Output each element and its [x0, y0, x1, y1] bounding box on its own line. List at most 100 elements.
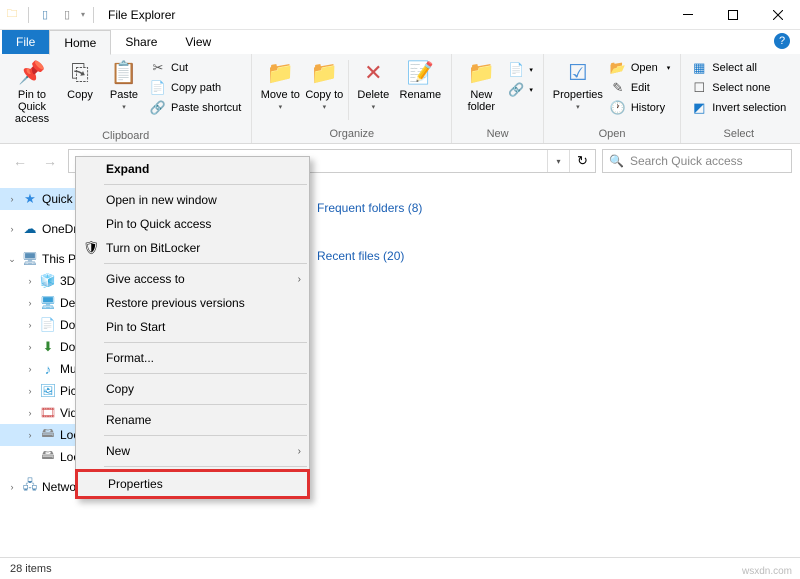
paste-icon: 📋	[109, 59, 139, 87]
separator	[104, 373, 307, 374]
app-folder-icon: 🗀	[4, 7, 20, 23]
rename-icon: 📝	[405, 59, 435, 87]
watermark: wsxdn.com	[742, 566, 792, 577]
qat-dropdown-icon[interactable]: ▾	[81, 10, 85, 19]
new-item-icon: 📄	[508, 62, 524, 78]
cm-bitlocker[interactable]: 🛡Turn on BitLocker	[76, 236, 309, 260]
move-to-button[interactable]: 📁 Move to ▾	[258, 57, 302, 112]
title-bar: 🗀 ▯ ▯ ▾ File Explorer	[0, 0, 800, 30]
cm-open-new-window[interactable]: Open in new window	[76, 188, 309, 212]
cm-copy[interactable]: Copy	[76, 377, 309, 401]
status-bar: 28 items	[0, 557, 800, 579]
ribbon-tabs: File Home Share View ?	[0, 30, 800, 54]
cm-properties[interactable]: Properties	[78, 472, 307, 496]
ribbon-group-organize: 📁 Move to ▾ 📁 Copy to ▾ ✕ Delete ▾ 📝 Ren…	[252, 54, 452, 143]
delete-button[interactable]: ✕ Delete ▾	[351, 57, 395, 112]
tab-share[interactable]: Share	[111, 30, 171, 54]
qat-undo-icon[interactable]: ▯	[59, 7, 75, 23]
pin-quick-access-button[interactable]: 📌 Pin to Quick access	[6, 57, 58, 125]
search-placeholder: Search Quick access	[630, 154, 743, 168]
chevron-down-icon: ▾	[372, 104, 376, 112]
documents-icon: 📄	[40, 317, 56, 333]
desktop-icon: 🖥	[40, 295, 56, 311]
select-all-icon: ▦	[691, 60, 707, 76]
cut-button[interactable]: ✂Cut	[146, 59, 245, 77]
tab-view[interactable]: View	[171, 30, 225, 54]
separator	[104, 435, 307, 436]
shield-icon: 🛡	[82, 239, 100, 257]
separator	[104, 342, 307, 343]
history-button[interactable]: 🕐History	[606, 99, 674, 117]
cm-expand[interactable]: Expand	[76, 157, 309, 181]
highlight-box: Properties	[75, 469, 310, 499]
rename-button[interactable]: 📝 Rename	[395, 57, 445, 101]
open-button[interactable]: 📂Open▾	[606, 59, 674, 77]
copy-button[interactable]: ⎘ Copy	[58, 57, 102, 101]
chevron-down-icon: ▾	[576, 104, 580, 112]
cut-icon: ✂	[150, 60, 166, 76]
cm-restore-previous[interactable]: Restore previous versions	[76, 291, 309, 315]
open-icon: 📂	[610, 60, 626, 76]
cloud-icon: ☁	[22, 221, 38, 237]
context-menu: Expand Open in new window Pin to Quick a…	[75, 156, 310, 499]
separator	[104, 184, 307, 185]
delete-icon: ✕	[358, 59, 388, 87]
copy-to-button[interactable]: 📁 Copy to ▾	[302, 57, 346, 112]
select-none-icon: ☐	[691, 80, 707, 96]
properties-button[interactable]: ☑ Properties ▾	[550, 57, 606, 112]
back-button[interactable]: ←	[8, 149, 32, 173]
refresh-button[interactable]: ↻	[569, 150, 595, 172]
cm-new[interactable]: New›	[76, 439, 309, 463]
easy-access-button[interactable]: 🔗▾	[504, 81, 537, 99]
separator	[104, 263, 307, 264]
music-icon: ♪	[40, 361, 56, 377]
tab-home[interactable]: Home	[49, 30, 111, 55]
edit-button[interactable]: ✎Edit	[606, 79, 674, 97]
paste-shortcut-icon: 🔗	[150, 100, 166, 116]
ribbon-group-select: ▦Select all ☐Select none ◩Invert selecti…	[681, 54, 796, 143]
drive-icon: 🖴	[40, 449, 56, 465]
cm-pin-start[interactable]: Pin to Start	[76, 315, 309, 339]
network-icon: 🖧	[22, 479, 38, 495]
close-button[interactable]	[755, 0, 800, 30]
address-dropdown-icon[interactable]: ▾	[547, 150, 569, 172]
qat-doc-icon[interactable]: ▯	[37, 7, 53, 23]
group-label: Clipboard	[0, 128, 251, 145]
copy-to-icon: 📁	[309, 59, 339, 87]
separator	[104, 404, 307, 405]
ribbon-group-new: 📁 New folder 📄▾ 🔗▾ New	[452, 54, 544, 143]
help-icon[interactable]: ?	[774, 33, 790, 49]
maximize-button[interactable]	[710, 0, 755, 30]
history-icon: 🕐	[610, 100, 626, 116]
ribbon: 📌 Pin to Quick access ⎘ Copy 📋 Paste ▾ ✂…	[0, 54, 800, 144]
easy-access-icon: 🔗	[508, 82, 524, 98]
copy-path-button[interactable]: 📄Copy path	[146, 79, 245, 97]
cm-give-access[interactable]: Give access to›	[76, 267, 309, 291]
pictures-icon: 🖼	[40, 383, 56, 399]
select-all-button[interactable]: ▦Select all	[687, 59, 790, 77]
downloads-icon: ⬇	[40, 339, 56, 355]
ribbon-group-clipboard: 📌 Pin to Quick access ⎘ Copy 📋 Paste ▾ ✂…	[0, 54, 252, 143]
invert-selection-button[interactable]: ◩Invert selection	[687, 99, 790, 117]
copy-icon: ⎘	[65, 59, 95, 87]
chevron-right-icon: ›	[298, 446, 301, 457]
star-icon: ★	[22, 191, 38, 207]
paste-button[interactable]: 📋 Paste ▾	[102, 57, 146, 112]
cm-rename[interactable]: Rename	[76, 408, 309, 432]
cm-format[interactable]: Format...	[76, 346, 309, 370]
forward-button[interactable]: →	[38, 149, 62, 173]
new-folder-button[interactable]: 📁 New folder	[458, 57, 504, 113]
move-to-icon: 📁	[265, 59, 295, 87]
chevron-down-icon: ▾	[323, 104, 327, 112]
separator	[104, 466, 307, 467]
cm-pin-quick-access[interactable]: Pin to Quick access	[76, 212, 309, 236]
search-box[interactable]: 🔍 Search Quick access	[602, 149, 792, 173]
select-none-button[interactable]: ☐Select none	[687, 79, 790, 97]
paste-shortcut-button[interactable]: 🔗Paste shortcut	[146, 99, 245, 117]
group-label: Open	[544, 126, 680, 143]
tab-file[interactable]: File	[2, 30, 49, 54]
minimize-button[interactable]	[665, 0, 710, 30]
invert-icon: ◩	[691, 100, 707, 116]
new-item-button[interactable]: 📄▾	[504, 61, 537, 79]
ribbon-group-open: ☑ Properties ▾ 📂Open▾ ✎Edit 🕐History Ope…	[544, 54, 681, 143]
